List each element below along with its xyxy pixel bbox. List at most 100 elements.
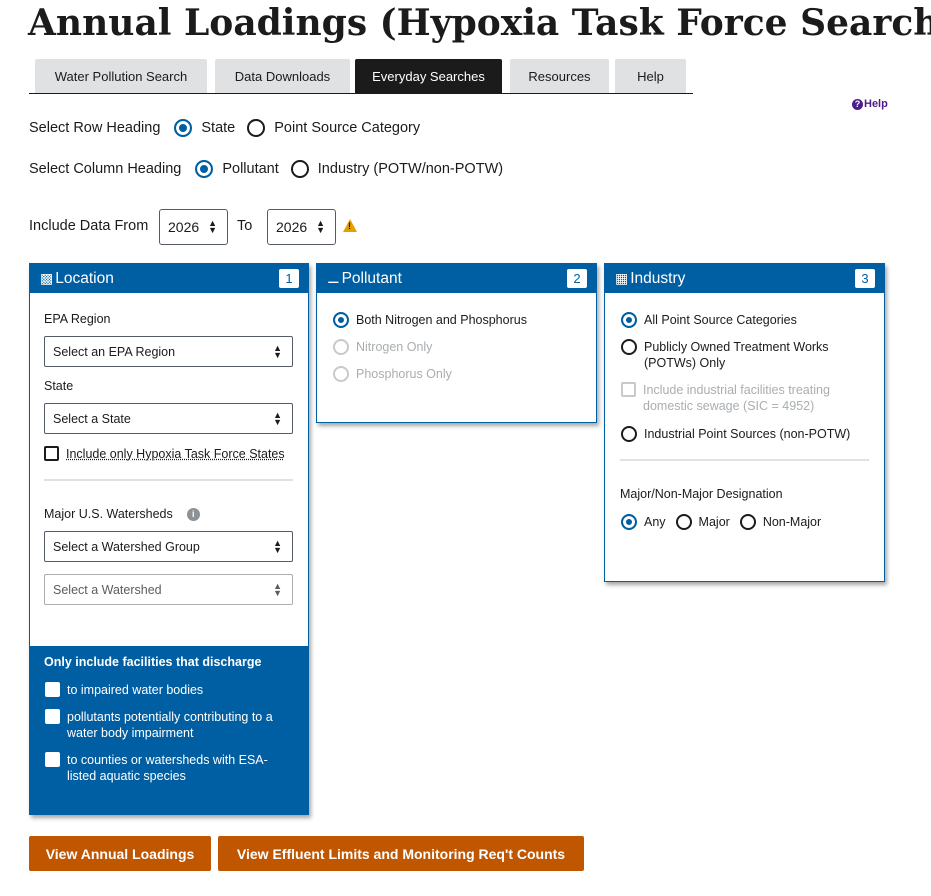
- location-icon: ▩: [40, 270, 54, 286]
- impairment-pollutant-label[interactable]: pollutants potentially contributing to a…: [67, 709, 285, 741]
- industry-potw-option[interactable]: Publicly Owned Treatment Works (POTWs) O…: [621, 339, 836, 371]
- watersheds-label-row: Major U.S. Watersheds i: [44, 507, 200, 521]
- pollutant-panel-title: Pollutant: [341, 269, 402, 287]
- state-value: Select a State: [53, 411, 131, 426]
- year-from-select[interactable]: 2026 ▲ ▼: [159, 209, 228, 245]
- watershed-group-select[interactable]: Select a Watershed Group ▲ ▼: [44, 531, 293, 562]
- industry-all-radio[interactable]: [621, 312, 637, 328]
- state-label: State: [44, 379, 74, 393]
- row-heading-group: Select Row Heading State Point Source Ca…: [29, 119, 420, 137]
- view-annual-loadings-button[interactable]: View Annual Loadings: [29, 836, 211, 871]
- row-heading-category-label[interactable]: Point Source Category: [274, 120, 420, 136]
- info-icon[interactable]: i: [186, 507, 200, 521]
- row-heading-label: Select Row Heading: [29, 120, 161, 136]
- tab-data-downloads[interactable]: Data Downloads: [215, 59, 350, 93]
- discharge-heading: Only include facilities that discharge: [44, 655, 262, 669]
- industry-all-option[interactable]: All Point Source Categories: [621, 312, 871, 328]
- view-effluent-limits-button[interactable]: View Effluent Limits and Monitoring Req'…: [218, 836, 584, 871]
- designation-nonmajor-label[interactable]: Non-Major: [763, 514, 821, 530]
- industry-nonpotw-label[interactable]: Industrial Point Sources (non-POTW): [644, 426, 850, 442]
- designation-options: Any Major Non-Major: [621, 514, 821, 530]
- industry-all-label[interactable]: All Point Source Categories: [644, 312, 797, 328]
- watershed-group-value: Select a Watershed Group: [53, 539, 200, 554]
- pollutant-both-radio[interactable]: [333, 312, 349, 328]
- designation-any-label[interactable]: Any: [644, 514, 666, 530]
- column-heading-pollutant-radio[interactable]: [195, 160, 214, 178]
- impaired-water-label[interactable]: to impaired water bodies: [67, 682, 203, 698]
- location-panel: ▩ Location 1 EPA Region Select an EPA Re…: [29, 263, 309, 815]
- epa-region-value: Select an EPA Region: [53, 344, 176, 359]
- industry-sewage-label: Include industrial facilities treating d…: [643, 383, 830, 413]
- divider: [44, 479, 293, 481]
- help-link[interactable]: ? Help: [852, 98, 888, 110]
- row-heading-state-radio[interactable]: [174, 119, 193, 137]
- column-heading-industry-label[interactable]: Industry (POTW/non-POTW): [318, 161, 503, 177]
- tab-resources[interactable]: Resources: [510, 59, 609, 93]
- watershed-select[interactable]: Select a Watershed ▲ ▼: [44, 574, 293, 605]
- designation-major-radio[interactable]: [675, 514, 692, 530]
- industry-panel: ▦ Industry 3 All Point Source Categories…: [604, 263, 885, 582]
- industry-step-number: 3: [855, 269, 875, 288]
- hypoxia-only-option[interactable]: Include only Hypoxia Task Force States: [44, 446, 285, 462]
- watershed-value: Select a Watershed: [53, 582, 162, 597]
- esa-species-option[interactable]: to counties or watersheds with ESA-liste…: [45, 752, 285, 784]
- pollutant-nitrogen-label: Nitrogen Only: [356, 340, 433, 354]
- location-step-number: 1: [279, 269, 299, 288]
- chevron-updown-icon: ▲ ▼: [273, 409, 282, 427]
- industry-sewage-checkbox: [621, 382, 636, 397]
- esa-species-label[interactable]: to counties or watersheds with ESA-liste…: [67, 752, 285, 784]
- year-to-value: 2026: [276, 219, 308, 235]
- column-heading-industry-radio[interactable]: [290, 160, 309, 178]
- warning-triangle-icon: [343, 219, 357, 232]
- help-link-label: Help: [864, 98, 888, 110]
- pollutant-both-option[interactable]: Both Nitrogen and Phosphorus: [333, 312, 527, 328]
- chevron-updown-icon: ▲ ▼: [316, 218, 325, 235]
- designation-major-label[interactable]: Major: [699, 514, 730, 530]
- tab-water-pollution-search[interactable]: Water Pollution Search: [35, 59, 207, 93]
- pollutant-panel: ⚊ Pollutant 2 Both Nitrogen and Phosphor…: [316, 263, 597, 423]
- impairment-pollutant-option[interactable]: pollutants potentially contributing to a…: [45, 709, 285, 741]
- impaired-water-option[interactable]: to impaired water bodies: [45, 682, 285, 698]
- impaired-water-checkbox[interactable]: [45, 682, 60, 697]
- pollutant-icon: ⚊: [327, 270, 340, 286]
- pollutant-phosphorus-radio: [333, 366, 349, 382]
- help-question-icon: ?: [852, 98, 863, 110]
- tab-everyday-searches[interactable]: Everyday Searches: [355, 59, 502, 93]
- divider: [620, 459, 869, 461]
- year-to-select[interactable]: 2026 ▲ ▼: [267, 209, 336, 245]
- row-heading-category-radio[interactable]: [247, 119, 266, 137]
- column-heading-pollutant-label[interactable]: Pollutant: [222, 161, 278, 177]
- industry-icon: ▦: [615, 270, 629, 286]
- industry-nonpotw-radio[interactable]: [621, 426, 637, 442]
- pollutant-both-label[interactable]: Both Nitrogen and Phosphorus: [356, 312, 527, 328]
- esa-species-checkbox[interactable]: [45, 752, 60, 767]
- watersheds-label: Major U.S. Watersheds: [44, 507, 173, 521]
- pollutant-phosphorus-label: Phosphorus Only: [356, 367, 452, 381]
- pollutant-nitrogen-radio: [333, 339, 349, 355]
- state-select[interactable]: Select a State ▲ ▼: [44, 403, 293, 434]
- year-from-value: 2026: [168, 219, 200, 235]
- tab-help[interactable]: Help: [615, 59, 686, 93]
- industry-nonpotw-option[interactable]: Industrial Point Sources (non-POTW): [621, 426, 871, 442]
- tab-bar: Water Pollution Search Data Downloads Ev…: [29, 59, 693, 94]
- discharge-filter-box: Only include facilities that discharge t…: [30, 646, 308, 814]
- hypoxia-only-checkbox[interactable]: [44, 446, 59, 461]
- column-heading-group: Select Column Heading Pollutant Industry…: [29, 160, 503, 178]
- pollutant-step-number: 2: [567, 269, 587, 288]
- industry-potw-radio[interactable]: [621, 339, 637, 355]
- industry-potw-label[interactable]: Publicly Owned Treatment Works (POTWs) O…: [644, 339, 836, 371]
- designation-label: Major/Non-Major Designation: [620, 487, 783, 501]
- designation-nonmajor-radio[interactable]: [739, 514, 756, 530]
- hypoxia-only-label[interactable]: Include only Hypoxia Task Force States: [66, 446, 285, 462]
- location-panel-title: Location: [55, 269, 114, 287]
- epa-region-select[interactable]: Select an EPA Region ▲ ▼: [44, 336, 293, 367]
- industry-panel-title: Industry: [630, 269, 686, 287]
- page-title: Annual Loadings (Hypoxia Task Force Sear…: [28, 2, 931, 44]
- designation-any-radio[interactable]: [621, 514, 637, 530]
- chevron-updown-icon: ▲ ▼: [273, 537, 282, 555]
- pollutant-phosphorus-option: Phosphorus Only: [333, 366, 452, 382]
- row-heading-state-label[interactable]: State: [201, 120, 235, 136]
- pollutant-panel-header: ⚊ Pollutant 2: [317, 264, 596, 293]
- epa-region-label: EPA Region: [44, 312, 111, 326]
- impairment-pollutant-checkbox[interactable]: [45, 709, 60, 724]
